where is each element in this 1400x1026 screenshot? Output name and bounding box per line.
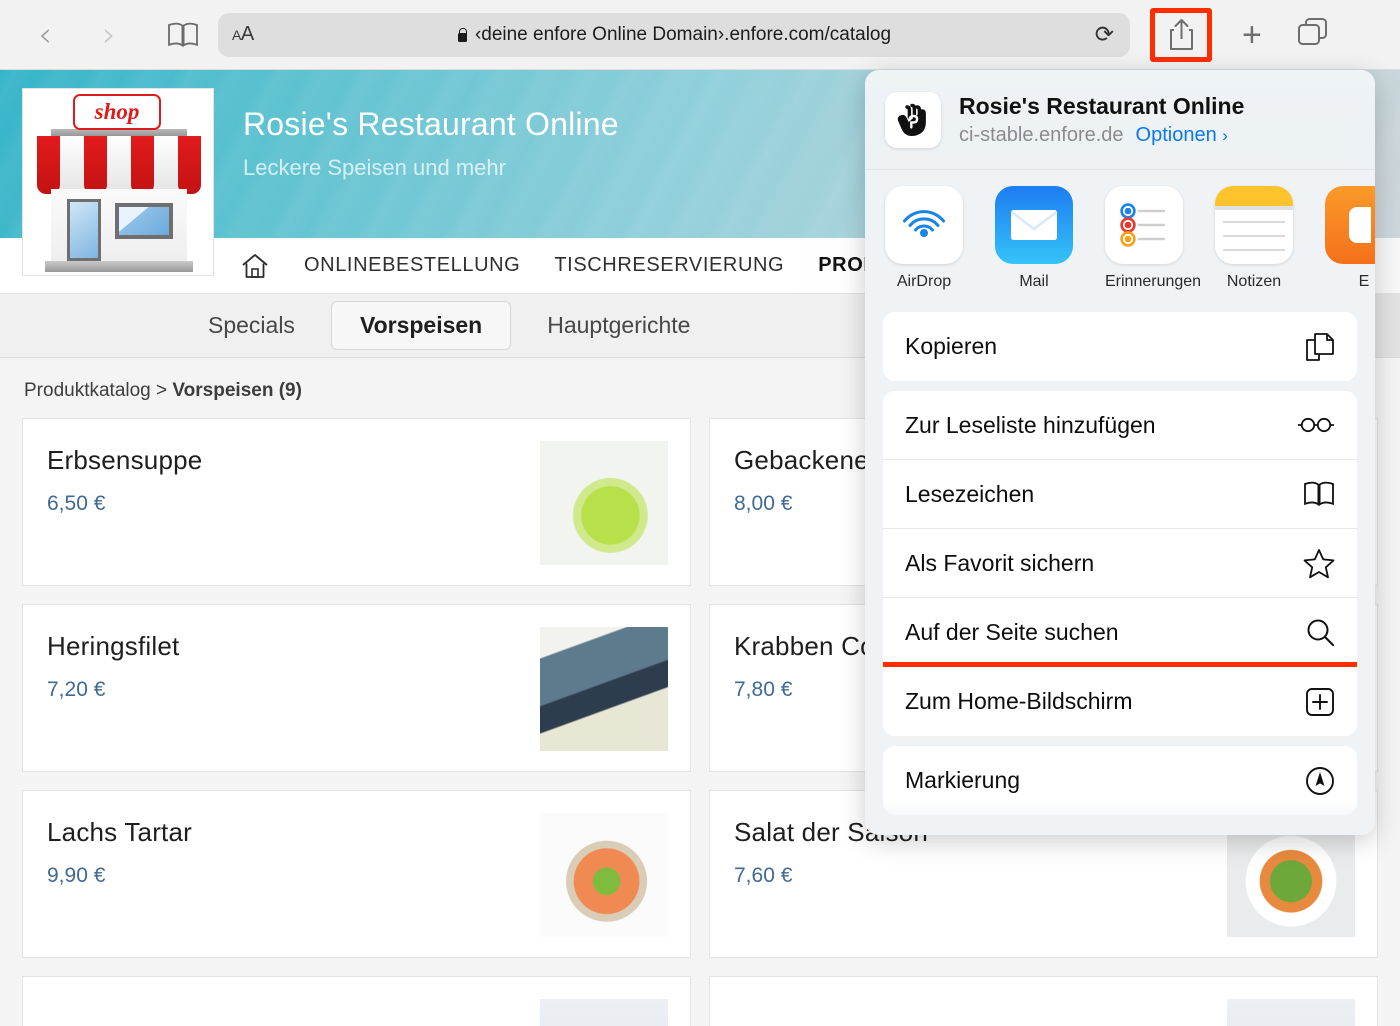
shop-awning bbox=[37, 136, 201, 194]
site-title: Rosie's Restaurant Online bbox=[243, 106, 619, 142]
menu-item-als-favorit-sichern[interactable]: Als Favorit sichern bbox=[883, 529, 1357, 598]
product-card[interactable]: Erbsensuppe 6,50 € bbox=[22, 418, 691, 586]
notes-icon bbox=[1215, 186, 1293, 264]
reload-icon[interactable]: ⟳ bbox=[1095, 22, 1114, 48]
product-thumbnail bbox=[540, 627, 668, 751]
bookmarks-button[interactable] bbox=[160, 12, 206, 58]
menu-item-zum-home-bildschirm[interactable]: Zum Home-Bildschirm bbox=[883, 662, 1357, 736]
share-target-notes[interactable]: Notizen bbox=[1215, 186, 1293, 291]
share-target-reminders[interactable]: Erinnerungen bbox=[1105, 186, 1202, 291]
product-card[interactable]: Lachs Tartar 9,90 € bbox=[22, 790, 691, 958]
tab-vorspeisen[interactable]: Vorspeisen bbox=[330, 301, 512, 350]
share-button[interactable] bbox=[1150, 7, 1212, 62]
shop-sign: shop bbox=[73, 94, 161, 130]
product-thumbnail bbox=[540, 441, 668, 565]
share-apps-row: AirDrop Mail Erinnerungen Notizen E bbox=[865, 170, 1375, 302]
enfore-hand-icon bbox=[885, 91, 941, 148]
tabs-icon bbox=[1297, 18, 1327, 45]
share-target-label: AirDrop bbox=[896, 273, 952, 290]
book-icon bbox=[1303, 481, 1335, 507]
reminders-icon bbox=[1105, 186, 1183, 264]
browser-toolbar: ‹ › AA ‹deine enfore Online Domain›.enfo… bbox=[0, 0, 1400, 70]
site-subtitle: Leckere Speisen und mehr bbox=[243, 155, 506, 180]
menu-item-label: Markierung bbox=[905, 767, 1021, 793]
menu-item-label: Als Favorit sichern bbox=[905, 549, 1095, 576]
share-target-label: Erinnerungen bbox=[1105, 273, 1202, 290]
plus-icon: + bbox=[1242, 15, 1262, 54]
menu-item-label: Lesezeichen bbox=[905, 480, 1035, 507]
new-tab-button[interactable]: + bbox=[1242, 18, 1262, 52]
airdrop-icon bbox=[885, 186, 963, 264]
menu-item-kopieren[interactable]: Kopieren bbox=[883, 312, 1357, 381]
menu-item-label: Auf der Seite suchen bbox=[905, 618, 1119, 645]
back-button[interactable]: ‹ bbox=[22, 12, 68, 58]
menu-item-label: Zur Leseliste hinzufügen bbox=[905, 411, 1156, 438]
text-size-big-label: A bbox=[240, 23, 254, 45]
forward-button[interactable]: › bbox=[86, 12, 132, 58]
home-icon[interactable] bbox=[240, 251, 270, 281]
share-target-label: E bbox=[1358, 273, 1370, 290]
plus-box-icon bbox=[1305, 687, 1335, 717]
share-menu-group: Zur Leseliste hinzufügen Lesezeichen Als… bbox=[883, 391, 1357, 736]
markup-icon bbox=[1305, 766, 1335, 796]
share-sheet: Rosie's Restaurant Online ci-stable.enfo… bbox=[865, 70, 1375, 835]
menu-item-auf-der-seite-suchen[interactable]: Auf der Seite suchen bbox=[883, 598, 1357, 667]
product-thumbnail bbox=[540, 813, 668, 937]
share-sheet-domain: ci-stable.enfore.de bbox=[959, 123, 1124, 146]
text-size-small-label: A bbox=[232, 27, 241, 43]
share-target-orange-app[interactable]: E bbox=[1325, 186, 1375, 291]
star-icon bbox=[1303, 548, 1335, 579]
breadcrumb-root[interactable]: Produktkatalog bbox=[24, 380, 151, 401]
tab-specials[interactable]: Specials bbox=[180, 302, 323, 349]
lock-icon bbox=[457, 27, 468, 42]
chevron-right-icon: › bbox=[1222, 125, 1228, 145]
orange-app-icon bbox=[1325, 186, 1375, 264]
share-target-airdrop[interactable]: AirDrop bbox=[885, 186, 963, 291]
menu-item-label: Kopieren bbox=[905, 333, 998, 359]
share-menu-group: Markierung bbox=[883, 746, 1357, 815]
chevron-right-icon: › bbox=[102, 14, 116, 55]
mail-icon bbox=[995, 186, 1073, 264]
breadcrumb-separator: > bbox=[150, 380, 173, 401]
nav-item-tischreservierung[interactable]: TISCHRESERVIERUNG bbox=[554, 254, 784, 277]
menu-item-zur-leseliste-hinzufuegen[interactable]: Zur Leseliste hinzufügen bbox=[883, 391, 1357, 460]
share-sheet-title: Rosie's Restaurant Online bbox=[959, 92, 1245, 119]
nav-item-onlinebestellung[interactable]: ONLINEBESTELLUNG bbox=[304, 254, 520, 277]
options-label: Optionen bbox=[1135, 123, 1217, 146]
shop-window bbox=[115, 203, 173, 239]
site-logo[interactable]: shop bbox=[22, 88, 214, 276]
book-icon bbox=[168, 22, 198, 47]
share-target-label: Notizen bbox=[1226, 273, 1282, 290]
chevron-left-icon: ‹ bbox=[38, 14, 52, 55]
show-tabs-button[interactable] bbox=[1296, 16, 1330, 53]
menu-item-markierung[interactable]: Markierung bbox=[883, 746, 1357, 815]
menu-item-lesezeichen[interactable]: Lesezeichen bbox=[883, 460, 1357, 529]
text-size-button[interactable]: AA bbox=[232, 23, 254, 46]
share-icon bbox=[1169, 18, 1193, 50]
menu-item-label: Zum Home-Bildschirm bbox=[905, 688, 1133, 714]
share-target-label: Mail bbox=[1019, 273, 1049, 290]
product-card[interactable] bbox=[22, 976, 691, 1026]
url-text: ‹deine enfore Online Domain›.enfore.com/… bbox=[474, 23, 892, 45]
shop-illustration: shop bbox=[23, 89, 213, 275]
share-sheet-options-link[interactable]: Optionen › bbox=[1136, 124, 1228, 147]
share-target-mail[interactable]: Mail bbox=[995, 186, 1073, 291]
shop-sign-label: shop bbox=[94, 99, 140, 124]
share-menu-group: Kopieren bbox=[883, 312, 1357, 381]
share-sheet-header: Rosie's Restaurant Online ci-stable.enfo… bbox=[865, 70, 1375, 170]
product-thumbnail bbox=[540, 999, 668, 1026]
product-card[interactable]: Heringsfilet 7,20 € bbox=[22, 604, 691, 772]
address-bar[interactable]: AA ‹deine enfore Online Domain›.enfore.c… bbox=[218, 12, 1130, 57]
glasses-icon bbox=[1297, 415, 1335, 435]
search-icon bbox=[1305, 617, 1335, 647]
product-thumbnail bbox=[1227, 999, 1355, 1026]
product-card[interactable] bbox=[709, 976, 1378, 1026]
breadcrumb-current: Vorspeisen (9) bbox=[172, 380, 302, 401]
copy-icon bbox=[1305, 331, 1335, 363]
shop-base bbox=[45, 261, 193, 272]
tab-hauptgerichte[interactable]: Hauptgerichte bbox=[519, 302, 718, 349]
shop-door bbox=[67, 199, 101, 261]
